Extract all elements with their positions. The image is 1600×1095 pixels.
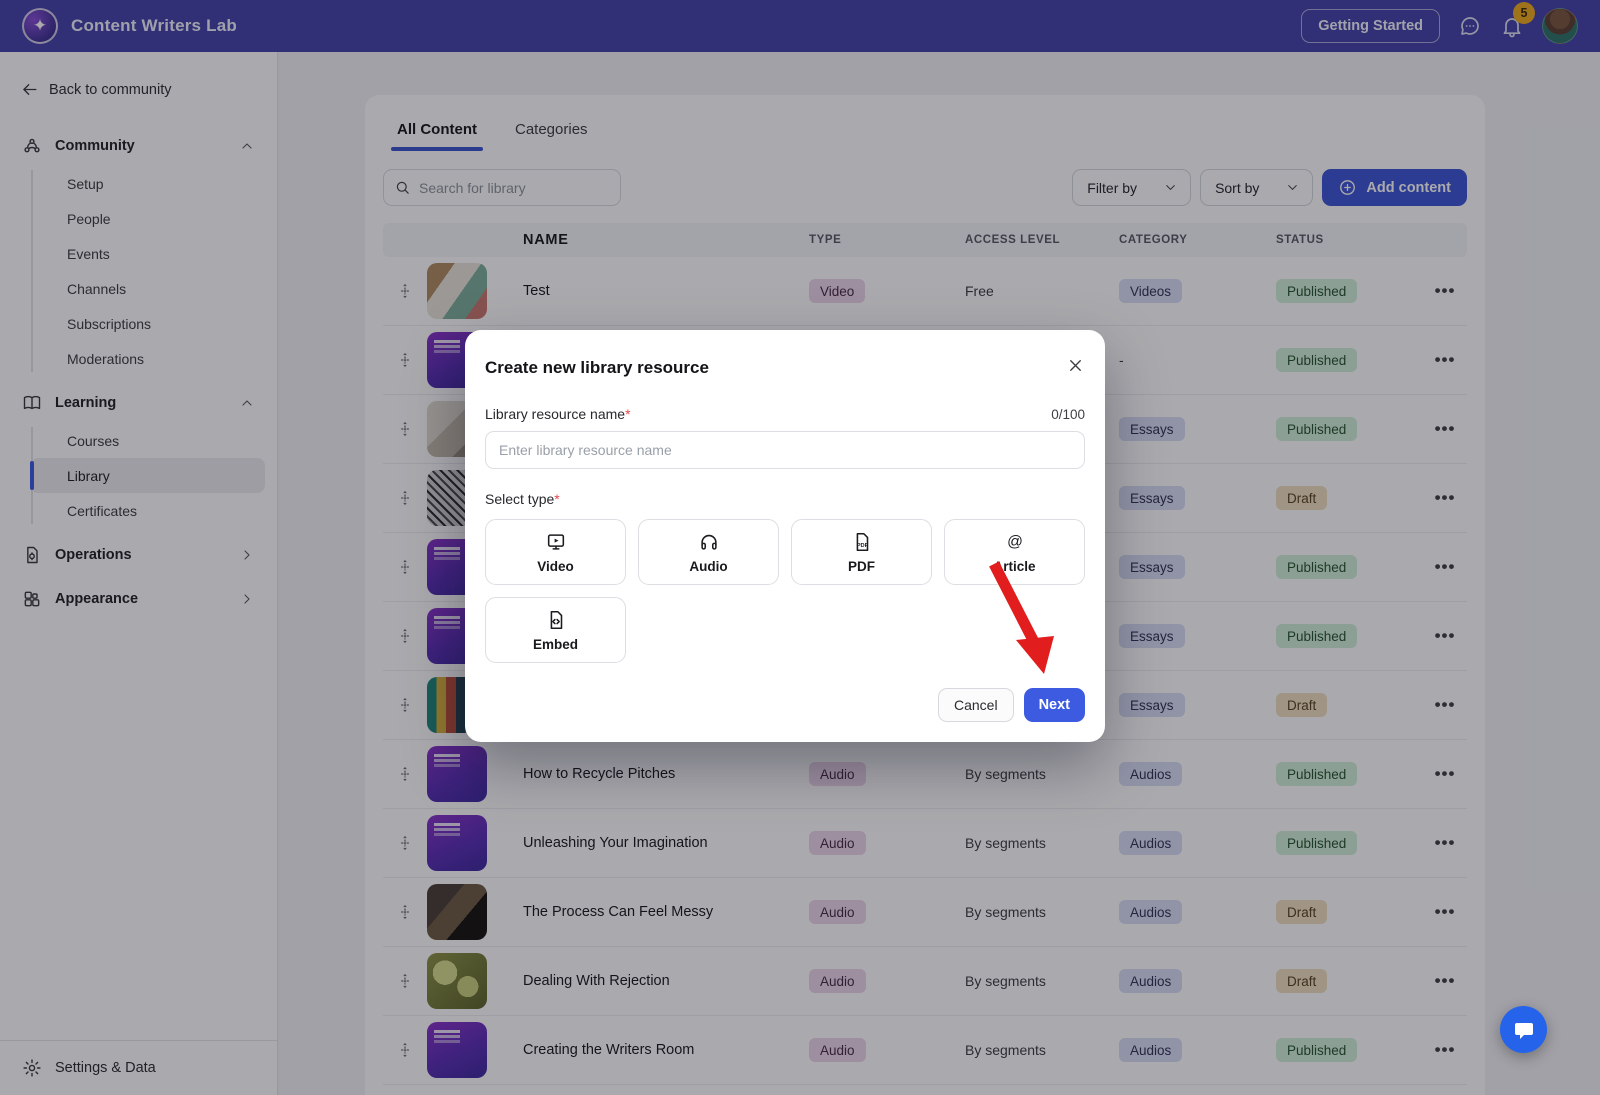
app-root: ✦ Content Writers Lab Getting Started 5 … — [0, 0, 1600, 1095]
type-option-video[interactable]: Video — [485, 519, 626, 585]
embed-icon — [545, 609, 567, 631]
chat-launcher-button[interactable] — [1500, 1006, 1547, 1053]
type-option-label: Audio — [689, 559, 727, 574]
cancel-button[interactable]: Cancel — [938, 688, 1014, 722]
resource-name-input[interactable] — [485, 431, 1085, 469]
video-icon — [545, 531, 567, 553]
modal-title: Create new library resource — [485, 358, 709, 378]
type-option-embed[interactable]: Embed — [485, 597, 626, 663]
modal-footer: Cancel Next — [938, 688, 1085, 722]
char-counter: 0/100 — [1051, 407, 1085, 422]
close-icon[interactable] — [1066, 356, 1085, 380]
resource-name-label: Library resource name* — [485, 406, 631, 422]
required-asterisk: * — [625, 406, 630, 422]
type-option-label: PDF — [848, 559, 875, 574]
type-option-label: Video — [537, 559, 574, 574]
type-option-article[interactable]: @ Article — [944, 519, 1085, 585]
pdf-icon: PDF — [851, 531, 873, 553]
required-asterisk: * — [554, 491, 559, 507]
type-option-label: Article — [993, 559, 1035, 574]
create-resource-modal: Create new library resource Library reso… — [465, 330, 1105, 742]
type-option-pdf[interactable]: PDF PDF — [791, 519, 932, 585]
modal-header: Create new library resource — [485, 356, 1085, 380]
type-option-label: Embed — [533, 637, 578, 652]
type-options-grid: Video Audio PDF PDF @ Article Embed — [485, 519, 1085, 663]
next-button[interactable]: Next — [1024, 688, 1085, 722]
type-option-audio[interactable]: Audio — [638, 519, 779, 585]
svg-text:@: @ — [1007, 533, 1023, 550]
resource-name-field-row: Library resource name* 0/100 — [485, 406, 1085, 422]
svg-text:PDF: PDF — [856, 543, 868, 549]
select-type-label: Select type* — [485, 491, 1085, 507]
article-icon: @ — [1004, 531, 1026, 553]
audio-icon — [698, 531, 720, 553]
